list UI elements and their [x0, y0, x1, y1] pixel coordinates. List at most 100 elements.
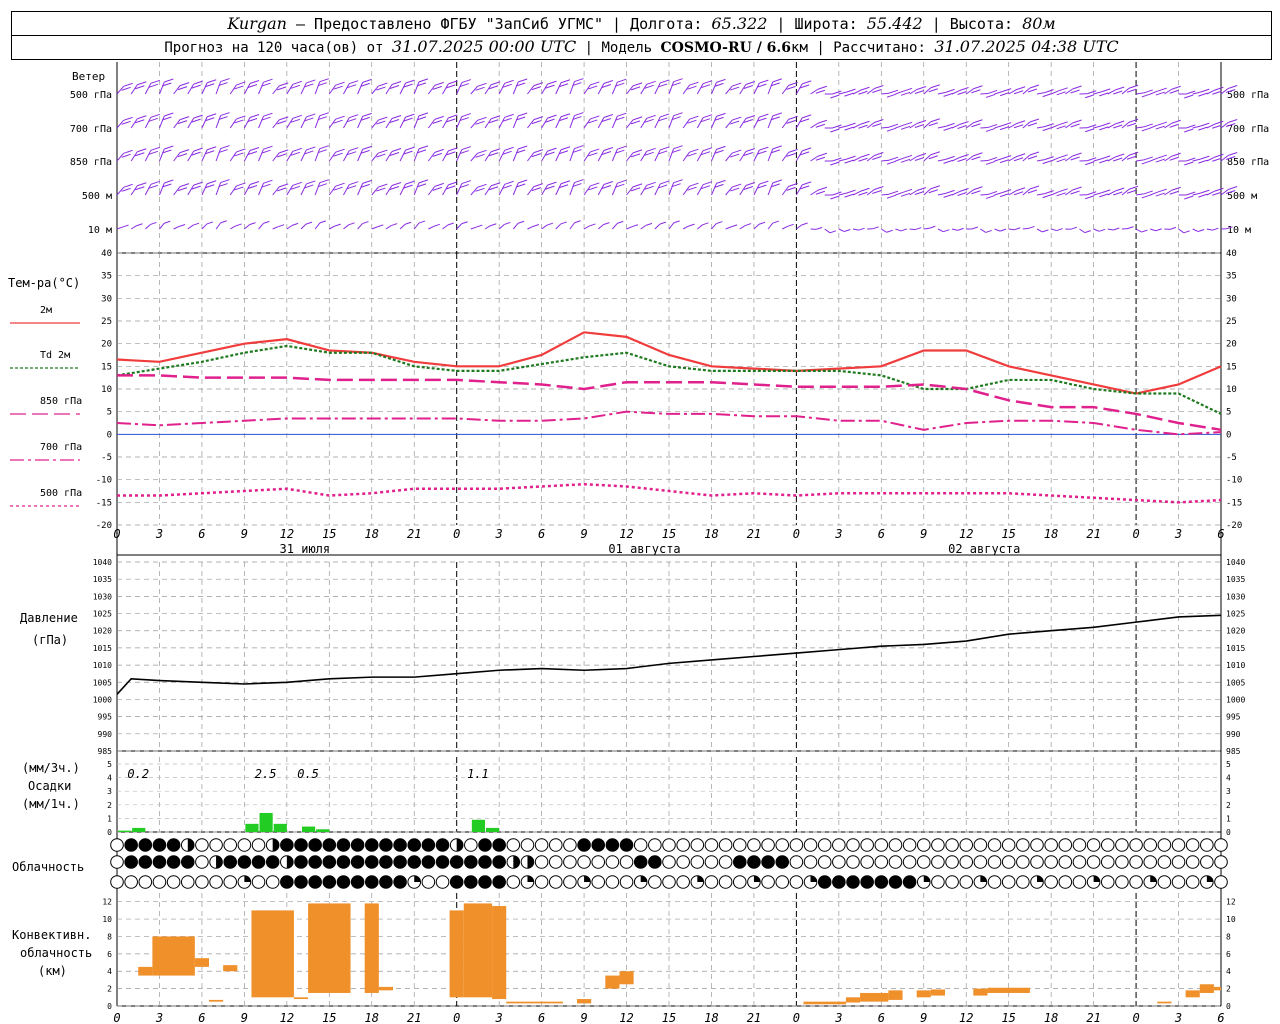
conv-cloud-bar [194, 958, 209, 967]
wind-barb [767, 115, 774, 129]
cloud-cover-fill [1206, 875, 1214, 882]
wind-level-label-right: 10 м [1227, 225, 1251, 236]
wind-barb-feather [646, 114, 656, 119]
wind-barb-feather [957, 158, 967, 163]
wind-barb-feather [716, 179, 726, 184]
cloud-cover-fill [422, 838, 435, 852]
cloud-cover-circle [1157, 838, 1172, 852]
wind-barb-feather [603, 147, 614, 151]
wind-barb-feather [490, 223, 497, 227]
wind-barb-feather [193, 80, 203, 85]
temp-tick-left: 0 [107, 430, 112, 440]
wind-barb-feather [987, 190, 998, 195]
wind-barb [314, 148, 321, 162]
cloud-cover-circle [110, 838, 124, 852]
cloud-cover-fill [492, 855, 506, 869]
wind-barb-feather [1099, 92, 1109, 97]
pressure-title: Давление [20, 611, 78, 625]
cloud-cover-circle [1129, 838, 1143, 852]
wind-barb [470, 226, 477, 230]
cloud-cover-fill [464, 875, 478, 889]
wind-barb [895, 191, 904, 196]
wind-barb [343, 184, 350, 196]
wind-barb [215, 148, 222, 162]
temp-tick-right: -10 [1226, 476, 1242, 486]
wind-barb-feather [1171, 119, 1181, 124]
cloud-cover-circle [506, 875, 521, 889]
cloud-cover-circle [209, 875, 223, 889]
cloud-cover-fill [875, 875, 888, 889]
cloud-cover-circle [1129, 875, 1143, 889]
wind-barb-feather [930, 84, 940, 89]
cloud-cover-circle [1086, 855, 1101, 869]
cloud-cover-circle [676, 855, 690, 869]
wind-barb-feather [999, 126, 1010, 131]
wind-barb-feather [1126, 122, 1137, 127]
wind-barb-feather [517, 220, 525, 224]
cloud-cover-fill [393, 838, 407, 852]
pressure-tick-right: 995 [1226, 713, 1241, 722]
cloud-cover-circle [1200, 838, 1214, 852]
cloud-cover-circle [931, 838, 945, 852]
cloud-cover-fill [527, 875, 534, 882]
wind-barb-feather [1085, 94, 1095, 99]
wind-barb [739, 151, 747, 162]
wind-barb [173, 85, 181, 95]
day-label: 01 августа [608, 542, 680, 556]
wind-barb-feather [319, 112, 329, 117]
wind-barb-feather [632, 149, 643, 154]
wind-barb-feather [957, 227, 964, 231]
cloud-cover-circle [1030, 838, 1044, 852]
cloud-cover-circle [633, 838, 648, 852]
cloud-cover-circle [1001, 838, 1016, 852]
wind-barb [243, 83, 251, 95]
wind-barb-feather [915, 227, 922, 231]
wind-barb [300, 116, 307, 129]
wind-barb [569, 222, 575, 230]
wind-barb-feather [220, 145, 230, 150]
wind-barb-feather [985, 229, 992, 233]
wind-barb [1022, 87, 1031, 95]
wind-barb-feather [872, 123, 882, 127]
cloud-cover-fill [238, 855, 251, 869]
cloud-cover-fill [379, 855, 393, 869]
cloud-cover-circle [1058, 838, 1073, 852]
conv-tick-left: 12 [102, 898, 112, 907]
hour-tick: 0 [1132, 527, 1139, 541]
wind-barb-feather [1015, 187, 1026, 192]
wind-barb-feather [702, 181, 713, 186]
wind-barb-feather [1099, 159, 1109, 164]
pressure-tick-right: 1025 [1226, 610, 1245, 619]
cloud-cover-circle [662, 875, 676, 889]
wind-barb-feather [957, 125, 967, 130]
wind-barb-feather [1013, 191, 1024, 196]
wind-barb [173, 226, 180, 230]
wind-barb-feather [1155, 158, 1165, 163]
cloud-cover-fill [818, 875, 831, 889]
wind-barb-feather [150, 79, 161, 84]
wind-barb-feather [758, 221, 766, 225]
conv-title: облачность [20, 946, 92, 960]
cloud-cover-circle [548, 855, 563, 869]
wind-barb [357, 149, 364, 162]
hour-tick: 0 [453, 527, 460, 541]
wind-barb [980, 92, 989, 95]
hour-tick-bottom: 12 [959, 1011, 973, 1024]
wind-barb [1065, 122, 1073, 129]
wind-barb [1065, 189, 1073, 196]
wind-barb-feather [886, 229, 893, 233]
wind-barb-feather [646, 147, 656, 152]
wind-barb [654, 116, 661, 129]
cloud-cover-fill [337, 838, 350, 852]
wind-barb-feather [590, 115, 600, 120]
wind-barb-feather [164, 112, 174, 117]
wind-barb-feather [1184, 161, 1194, 166]
wind-barb-feather [236, 182, 246, 187]
wind-barb-feather [123, 116, 133, 121]
wind-barb [838, 158, 847, 162]
wind-barb [1192, 192, 1201, 196]
wind-barb [824, 228, 831, 234]
wind-barb-feather [150, 180, 161, 185]
wind-barb [937, 228, 944, 233]
cloud-cover-circle [846, 838, 860, 852]
